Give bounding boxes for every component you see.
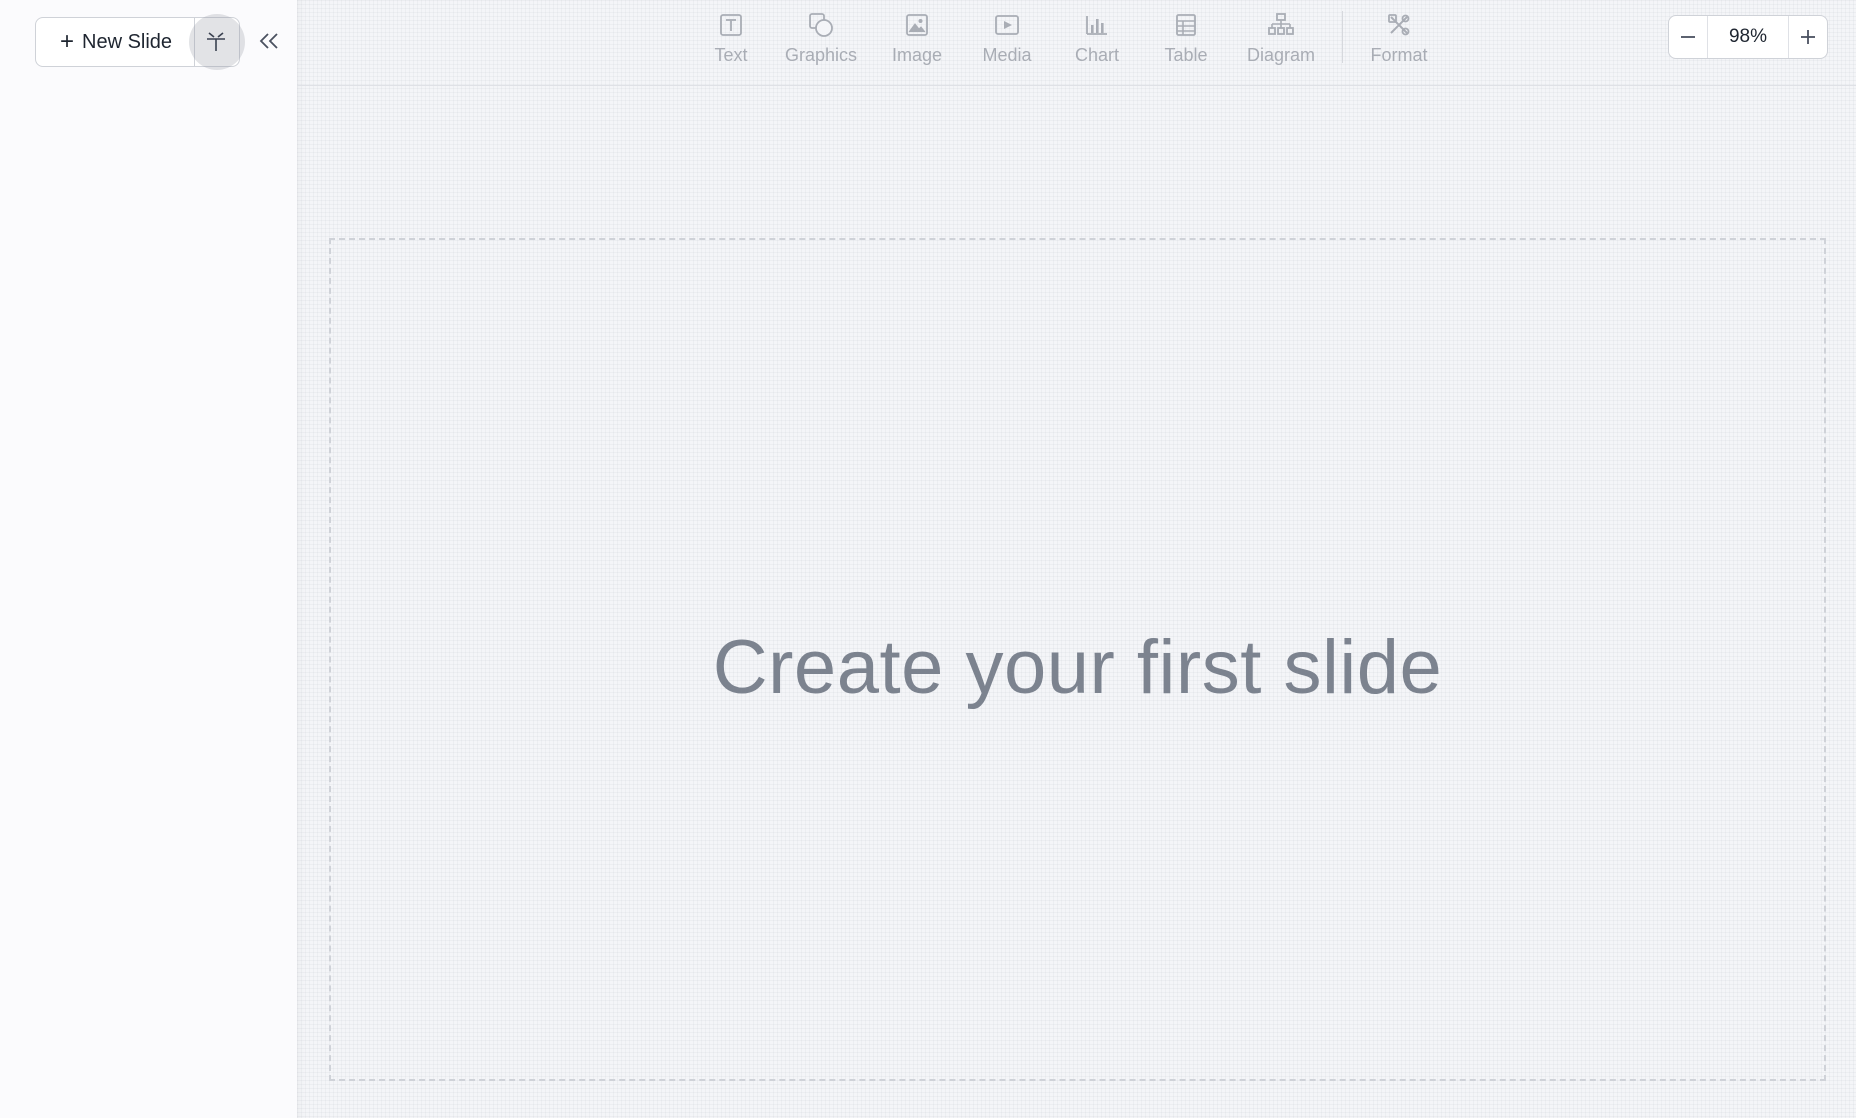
tool-label-media: Media <box>982 45 1032 65</box>
insert-toolbar: Text Graphics Image Media Chart Table Di… <box>297 0 1856 86</box>
tool-chart[interactable]: Chart <box>1052 0 1142 86</box>
bar-chart-icon <box>1084 12 1110 38</box>
slide-layout-button[interactable] <box>189 14 246 70</box>
app: + New Slide Text Graphics Image Media Ch… <box>0 0 1856 1118</box>
tool-label-diagram: Diagram <box>1246 45 1316 65</box>
toolbar-divider <box>1342 11 1343 63</box>
tool-media[interactable]: Media <box>962 0 1052 86</box>
tool-label-text: Text <box>714 45 748 65</box>
tool-table[interactable]: Table <box>1142 0 1230 86</box>
new-slide-group: + New Slide <box>35 14 246 70</box>
tool-label-table: Table <box>1164 45 1208 65</box>
table-icon <box>1173 12 1199 38</box>
zoom-level[interactable]: 98% <box>1707 16 1789 58</box>
org-chart-icon <box>1268 12 1294 38</box>
shapes-icon <box>808 12 834 38</box>
empty-slide-canvas[interactable]: Create your first slide <box>329 238 1826 1081</box>
paint-tools-icon <box>1386 12 1412 38</box>
chevrons-left-icon <box>259 33 278 49</box>
zoom-out-button[interactable] <box>1669 16 1707 58</box>
tool-format[interactable]: Format <box>1353 0 1445 86</box>
tool-label-format: Format <box>1370 45 1428 65</box>
play-icon <box>994 12 1020 38</box>
collapse-sidebar-button[interactable] <box>256 28 282 54</box>
text-icon <box>718 12 744 38</box>
plus-icon: + <box>60 28 75 55</box>
tool-diagram[interactable]: Diagram <box>1230 0 1332 86</box>
create-first-slide-prompt: Create your first slide <box>712 625 1443 710</box>
zoom-control: 98% <box>1668 15 1828 59</box>
toolbar-tools: Text Graphics Image Media Chart Table Di… <box>692 0 1445 86</box>
new-slide-button[interactable]: + New Slide <box>36 18 196 66</box>
plus-icon <box>1801 30 1815 44</box>
tool-graphics[interactable]: Graphics <box>770 0 872 86</box>
new-slide-label: New Slide <box>82 30 173 53</box>
tool-label-graphics: Graphics <box>784 45 858 65</box>
tool-image[interactable]: Image <box>872 0 962 86</box>
tool-label-chart: Chart <box>1074 45 1119 65</box>
slide-sidebar: + New Slide <box>0 0 297 1118</box>
tool-label-image: Image <box>891 45 943 65</box>
layout-icon <box>207 32 226 51</box>
image-icon <box>904 12 930 38</box>
tool-text[interactable]: Text <box>692 0 770 86</box>
zoom-in-button[interactable] <box>1789 16 1827 58</box>
minus-icon <box>1681 36 1695 38</box>
editor-main: Text Graphics Image Media Chart Table Di… <box>297 0 1856 1118</box>
